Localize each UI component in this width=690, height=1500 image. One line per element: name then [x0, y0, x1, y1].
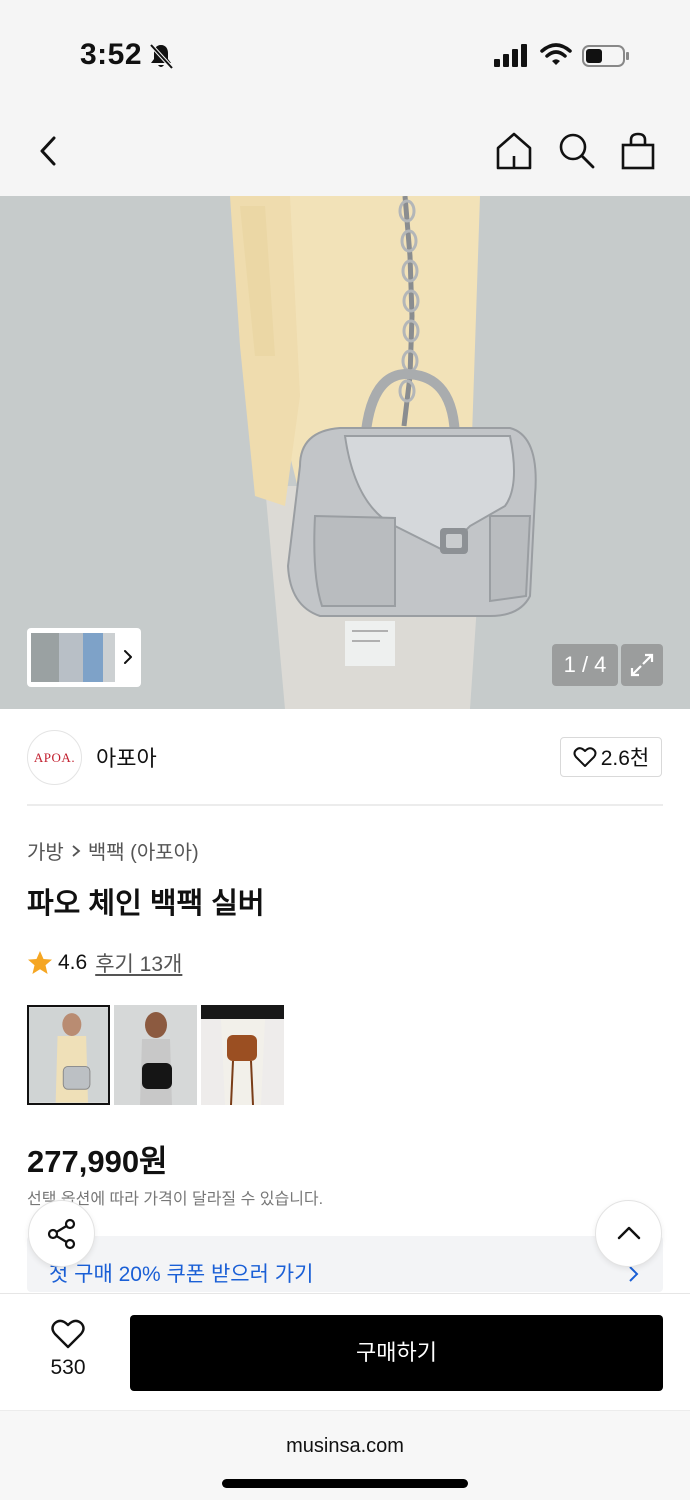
brand-name[interactable]: 아포아 — [96, 741, 157, 773]
color-options — [27, 1005, 284, 1105]
breadcrumb-subcategory[interactable]: 백팩 (아포아) — [88, 836, 199, 865]
rating-score: 4.6 — [58, 951, 88, 974]
gallery-thumbnail-strip[interactable] — [27, 628, 141, 687]
heart-icon — [573, 747, 597, 767]
brand-like-button[interactable]: 2.6천 — [560, 737, 662, 777]
coupon-text: 첫 구매 20% 쿠폰 받으러 가기 — [49, 1263, 314, 1286]
gallery-page-counter: 1 / 4 — [552, 644, 618, 686]
shopping-bag-icon[interactable] — [618, 130, 658, 172]
thumbnail-image — [83, 633, 103, 682]
divider — [27, 804, 663, 806]
reviews-link[interactable]: 후기 13개 — [95, 948, 182, 978]
bottom-action-bar: 530 구매하기 — [0, 1293, 690, 1410]
brand-row: APOA. 아포아 2.6천 — [0, 709, 690, 805]
product-like-count: 530 — [50, 1356, 86, 1379]
heart-icon — [51, 1319, 85, 1349]
browser-url-bar[interactable]: musinsa.com — [0, 1410, 690, 1500]
breadcrumb: 가방 백팩 (아포아) — [27, 836, 199, 865]
cellular-signal-icon — [494, 44, 527, 67]
product-thumbnail — [201, 1005, 284, 1105]
star-icon — [28, 951, 52, 974]
brand-like-count: 2.6천 — [600, 747, 650, 770]
product-image-gallery[interactable]: 1 / 4 — [0, 196, 690, 709]
status-time: 3:52 — [80, 38, 143, 71]
product-thumbnail — [29, 1007, 108, 1103]
expand-icon — [630, 653, 654, 677]
share-button[interactable] — [28, 1200, 95, 1267]
url-text: musinsa.com — [286, 1435, 404, 1457]
buy-button[interactable]: 구매하기 — [130, 1315, 663, 1391]
chevron-right-icon — [72, 844, 81, 857]
color-option-brown[interactable] — [201, 1005, 284, 1105]
thumbnail-image — [31, 633, 59, 682]
search-icon[interactable] — [556, 130, 596, 172]
color-option-black[interactable] — [114, 1005, 197, 1105]
chevron-right-icon — [124, 650, 132, 664]
battery-icon — [582, 45, 629, 67]
product-price: 277,990원 — [27, 1144, 168, 1179]
coupon-banner[interactable]: 첫 구매 20% 쿠폰 받으러 가기 — [27, 1236, 663, 1292]
product-like-button[interactable]: 530 — [30, 1318, 106, 1388]
thumbnail-image — [103, 633, 115, 682]
chevron-up-icon — [617, 1226, 641, 1240]
top-header: 3:52 — [0, 0, 690, 196]
rating-row: 4.6 후기 13개 — [27, 948, 182, 978]
home-indicator[interactable] — [222, 1479, 468, 1488]
chevron-right-icon — [629, 1266, 639, 1282]
back-chevron-icon[interactable] — [30, 130, 66, 172]
thumbnail-image — [59, 633, 83, 682]
brand-logo[interactable]: APOA. — [27, 730, 82, 785]
expand-image-button[interactable] — [621, 644, 663, 686]
bell-slash-icon — [149, 43, 174, 70]
home-icon[interactable] — [494, 130, 534, 172]
product-title: 파오 체인 백팩 실버 — [27, 888, 265, 920]
product-thumbnail — [114, 1005, 197, 1105]
share-icon — [47, 1218, 76, 1250]
scroll-to-top-button[interactable] — [595, 1200, 662, 1267]
breadcrumb-category[interactable]: 가방 — [27, 836, 64, 865]
wifi-icon — [540, 43, 572, 65]
color-option-silver[interactable] — [27, 1005, 110, 1105]
